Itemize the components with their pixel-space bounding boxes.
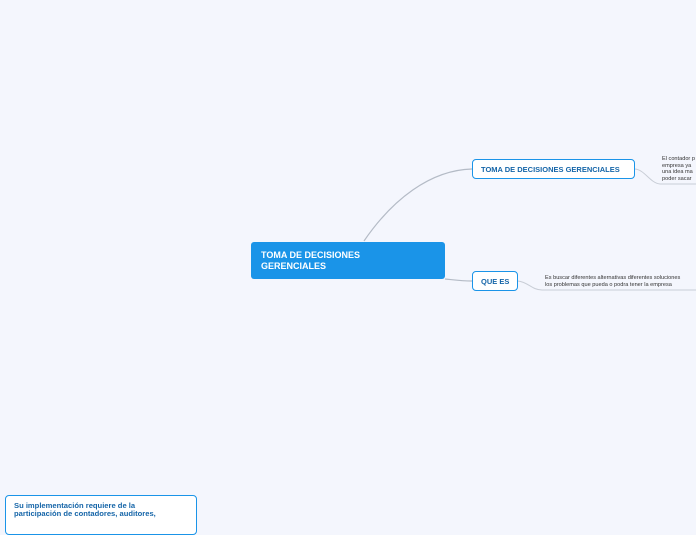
- topic-implementacion[interactable]: Su implementación requiere de la partici…: [5, 495, 197, 535]
- connector-central-to-que-es: [444, 278, 473, 282]
- topic-implementacion-line-2: participación de contadores, auditores,: [14, 509, 156, 519]
- note-toma-line-1: El contador p: [662, 156, 695, 162]
- note-toma-line-3: una idea ma: [662, 169, 693, 176]
- topic-que-es[interactable]: QUE ES: [472, 271, 518, 291]
- topic-toma-de-decisiones[interactable]: TOMA DE DECISIONES GERENCIALES: [472, 159, 635, 179]
- note-toma-de-decisiones[interactable]: El contador p empresa ya una idea ma pod…: [662, 156, 696, 182]
- topic-toma-label: TOMA DE DECISIONES GERENCIALES: [481, 165, 620, 174]
- central-topic[interactable]: TOMA DE DECISIONES GERENCIALES: [251, 242, 445, 279]
- topic-que-es-label: QUE ES: [481, 277, 510, 286]
- central-topic-line-2: GERENCIALES: [261, 261, 327, 271]
- note-toma-line-4: poder sacar: [662, 175, 692, 182]
- note-que-es[interactable]: Es buscar diferentes alternativas difere…: [545, 275, 696, 288]
- note-que-es-line-2: los problemas que pueda o podra tener la…: [545, 281, 672, 288]
- note-toma-line-2: empresa ya: [662, 162, 692, 169]
- note-que-es-line-1: Es buscar diferentes alternativas difere…: [545, 275, 681, 281]
- central-topic-line-1: TOMA DE DECISIONES: [261, 250, 361, 260]
- connector-central-to-toma: [363, 168, 473, 242]
